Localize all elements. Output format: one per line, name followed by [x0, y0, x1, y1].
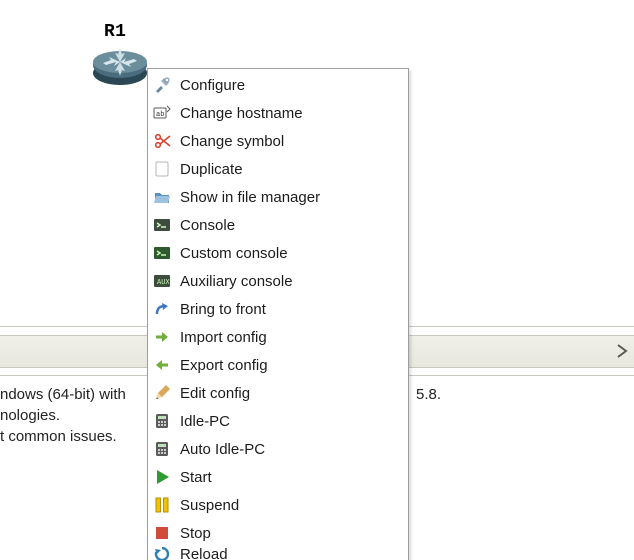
menu-item-auxiliary-console[interactable]: AUX Auxiliary console	[149, 267, 407, 295]
menu-label: Export config	[180, 357, 268, 374]
menu-item-bring-to-front[interactable]: Bring to front	[149, 295, 407, 323]
play-icon	[153, 468, 171, 486]
workspace-canvas[interactable]: R1 ndows (64-bit) with 5.8. nologies. t …	[0, 0, 634, 560]
menu-item-change-symbol[interactable]: Change symbol	[149, 127, 407, 155]
menu-item-import-config[interactable]: Import config	[149, 323, 407, 351]
menu-item-console[interactable]: Console	[149, 211, 407, 239]
menu-label: Suspend	[180, 497, 239, 514]
menu-item-suspend[interactable]: Suspend	[149, 491, 407, 519]
blank-page-icon	[153, 160, 171, 178]
log-text: ndows (64-bit) with	[0, 386, 126, 403]
hostname-tag-icon: ab	[153, 104, 171, 122]
menu-label: Import config	[180, 329, 267, 346]
menu-label: Auxiliary console	[180, 273, 293, 290]
menu-label: Console	[180, 217, 235, 234]
menu-label: Duplicate	[180, 161, 243, 178]
log-text: t common issues.	[0, 428, 117, 445]
router-icon[interactable]	[90, 40, 150, 88]
reload-icon	[153, 547, 171, 560]
menu-item-change-hostname[interactable]: ab Change hostname	[149, 99, 407, 127]
menu-label: Edit config	[180, 385, 250, 402]
menu-label: Custom console	[180, 245, 288, 262]
menu-item-custom-console[interactable]: Custom console	[149, 239, 407, 267]
folder-open-icon	[153, 188, 171, 206]
menu-label: Change hostname	[180, 105, 303, 122]
calculator-icon	[153, 412, 171, 430]
device-context-menu: Configure ab Change hostname Change s	[147, 68, 409, 560]
menu-item-stop[interactable]: Stop	[149, 519, 407, 547]
menu-item-auto-idle-pc[interactable]: Auto Idle-PC	[149, 435, 407, 463]
stop-icon	[153, 524, 171, 542]
log-text: 5.8.	[416, 386, 441, 403]
menu-label: Stop	[180, 525, 211, 542]
svg-text:AUX: AUX	[157, 279, 170, 287]
menu-label: Bring to front	[180, 301, 266, 318]
menu-item-duplicate[interactable]: Duplicate	[149, 155, 407, 183]
menu-label: Change symbol	[180, 133, 284, 150]
arrow-export-icon	[153, 356, 171, 374]
terminal-dark-icon	[153, 216, 171, 234]
menu-label: Idle-PC	[180, 413, 230, 430]
wrench-screwdriver-icon	[153, 76, 171, 94]
terminal-green-icon	[153, 244, 171, 262]
log-text: nologies.	[0, 407, 60, 424]
menu-item-reload[interactable]: Reload	[149, 547, 407, 560]
arrow-up-curved-icon	[153, 300, 171, 318]
chevron-right-icon[interactable]	[616, 344, 628, 358]
menu-item-show-in-file-manager[interactable]: Show in file manager	[149, 183, 407, 211]
calculator-icon	[153, 440, 171, 458]
menu-label: Reload	[180, 547, 228, 560]
arrow-import-icon	[153, 328, 171, 346]
menu-item-start[interactable]: Start	[149, 463, 407, 491]
menu-item-export-config[interactable]: Export config	[149, 351, 407, 379]
terminal-aux-icon: AUX	[153, 272, 171, 290]
svg-text:ab: ab	[156, 111, 164, 119]
pencil-icon	[153, 384, 171, 402]
menu-label: Auto Idle-PC	[180, 441, 265, 458]
scissors-icon	[153, 132, 171, 150]
pause-icon	[153, 496, 171, 514]
menu-item-idle-pc[interactable]: Idle-PC	[149, 407, 407, 435]
menu-item-configure[interactable]: Configure	[149, 71, 407, 99]
menu-label: Start	[180, 469, 212, 486]
menu-label: Show in file manager	[180, 189, 320, 206]
menu-item-edit-config[interactable]: Edit config	[149, 379, 407, 407]
device-label: R1	[104, 22, 126, 42]
menu-label: Configure	[180, 77, 245, 94]
